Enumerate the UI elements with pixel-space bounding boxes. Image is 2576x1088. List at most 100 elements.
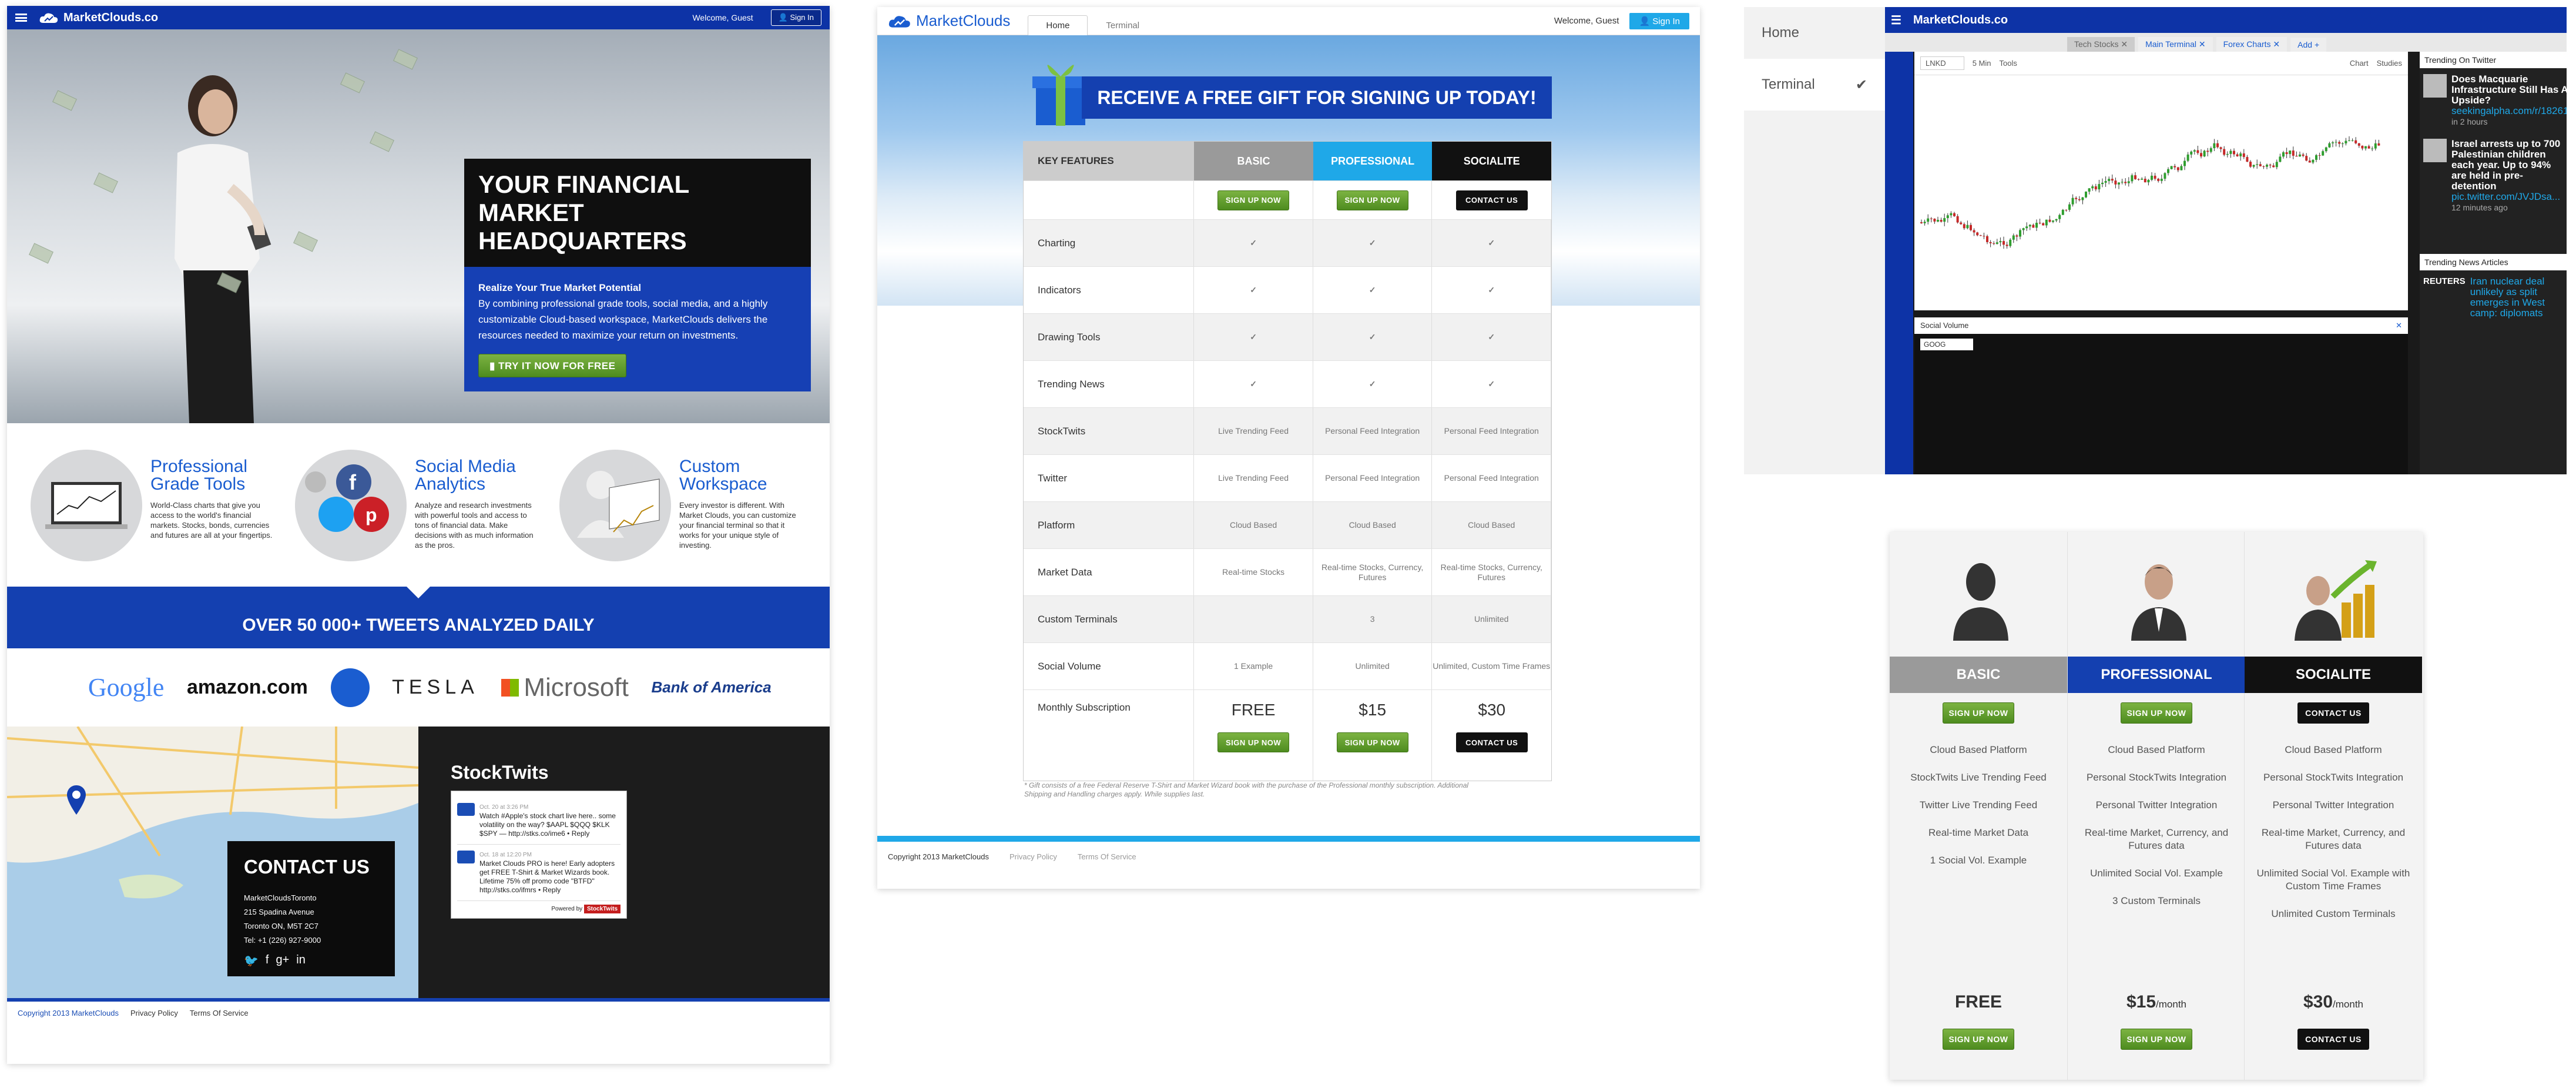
candle [1950, 213, 1953, 216]
chart-menu[interactable]: Chart [2350, 59, 2369, 68]
tweet-text: Watch #Apple's stock chart live here.. s… [479, 812, 616, 838]
facebook-icon[interactable]: f [266, 953, 269, 968]
candle [2151, 175, 2153, 180]
tweet-link[interactable]: seekingalpha.com/r/18261... [2451, 106, 2567, 116]
candle [2318, 155, 2321, 156]
signup-basic-button[interactable]: SIGN UP NOW [1943, 702, 2014, 724]
signup-basic-button[interactable]: SIGN UP NOW [1217, 732, 1290, 752]
logo[interactable]: MarketClouds [888, 12, 1010, 30]
contact-button[interactable]: CONTACT US [1455, 190, 1528, 210]
twitter-icon[interactable]: 🐦 [244, 953, 259, 968]
tool-strip[interactable] [1885, 52, 1913, 474]
studies-menu[interactable]: Studies [2377, 59, 2402, 68]
sign-in-button[interactable]: 👤 Sign In [770, 9, 821, 26]
candle [2127, 181, 2130, 183]
contact-button[interactable]: CONTACT US [2297, 702, 2369, 724]
tab-main-terminal[interactable]: Main Terminal ✕ [2138, 37, 2213, 52]
sidebar-item-home[interactable]: Home [1744, 7, 1885, 59]
list-item: Unlimited Custom Terminals [2271, 908, 2396, 919]
signup-basic-button[interactable]: SIGN UP NOW [1217, 190, 1289, 210]
plan-professional: PROFESSIONAL SIGN UP NOW Cloud Based Pla… [2067, 532, 2245, 1080]
sign-in-button[interactable]: 👤 Sign In [1629, 12, 1689, 29]
tweet-meta: in 2 hours [2451, 117, 2488, 126]
pricing-table: KEY FEATURES BASIC PROFESSIONAL SOCIALIT… [1023, 141, 1552, 781]
contact-button[interactable]: CONTACT US [2297, 1029, 2369, 1050]
try-free-button[interactable]: ▮ TRY IT NOW FOR FREE [478, 354, 627, 377]
signup-pro-button[interactable]: SIGN UP NOW [2121, 1029, 2192, 1050]
feature-body: Analyze and research investments with po… [415, 501, 534, 550]
candlestick-chart[interactable] [1914, 75, 2408, 310]
terminal-tabs: Tech Stocks ✕ Main Terminal ✕ Forex Char… [1885, 33, 2567, 52]
signup-basic-button[interactable]: SIGN UP NOW [1943, 1029, 2014, 1050]
terminal-logo[interactable]: MarketClouds.co [1913, 14, 2008, 27]
list-item[interactable]: Oct. 20 at 3:26 PM Watch #Apple's stock c… [457, 797, 620, 845]
map-pin-icon[interactable] [66, 785, 87, 815]
signup-pro-button[interactable]: SIGN UP NOW [1336, 190, 1408, 210]
feature-value: Real-time Stocks, Currency, Futures [1432, 549, 1552, 595]
tweets-band-text: OVER 50 000+ TWEETS ANALYZED DAILY [242, 615, 595, 635]
list-item: Real-time Market, Currency, and Futures … [2084, 827, 2229, 851]
candle [2088, 188, 2091, 192]
feature-label: StockTwits [1024, 408, 1195, 454]
list-item[interactable]: REUTERS Iran nuclear deal unlikely as spl… [2420, 270, 2567, 324]
candle [2167, 169, 2169, 173]
sign-in-label: Sign In [1652, 16, 1680, 26]
feature-value: Live Trending Feed [1194, 408, 1313, 454]
close-icon[interactable]: ✕ [2396, 321, 2402, 330]
feature-title: Custom Workspace [679, 457, 767, 494]
interval-select[interactable]: 5 Min [1973, 59, 1991, 68]
plan-basic: BASIC SIGN UP NOW Cloud Based Platform St… [1890, 532, 2067, 1080]
stocktwits-brand[interactable]: StockTwits [583, 905, 620, 913]
logo[interactable]: MarketClouds.co [39, 11, 158, 25]
contact-button[interactable]: CONTACT US [1455, 732, 1528, 752]
list-item[interactable]: Oct. 18 at 12:20 PM Market Clouds PRO is … [457, 845, 620, 901]
list-item[interactable]: Israel arrests up to 700 Palestinian chi… [2420, 133, 2567, 219]
menu-icon[interactable] [15, 14, 27, 22]
list-item[interactable]: Does Macquarie Infrastructure Still Has … [2420, 68, 2567, 133]
signup-pro-button[interactable]: SIGN UP NOW [1336, 732, 1408, 752]
feature-title: Social Media Analytics [415, 457, 516, 494]
candle [2005, 245, 2008, 246]
table-row: Social Volume 1 Example Unlimited Unlimited… [1024, 642, 1552, 689]
google-plus-icon[interactable]: g+ [276, 953, 289, 968]
menu-icon[interactable]: ☰ [1891, 13, 1901, 28]
terms-link[interactable]: Terms Of Service [1078, 852, 1136, 861]
price-socialite: $30 [1478, 701, 1506, 719]
candle [2299, 154, 2301, 157]
plan-features: Cloud Based Platform Personal StockTwits … [2245, 744, 2422, 935]
candle [2035, 222, 2038, 228]
linkedin-icon[interactable]: in [296, 953, 306, 968]
list-item: Personal StockTwits Integration [2263, 772, 2404, 783]
candle [2134, 175, 2136, 179]
table-row: Platform Cloud Based Cloud Based Cloud Base… [1024, 501, 1552, 548]
sidebar-item-terminal[interactable]: Terminal ✔ [1744, 59, 1885, 111]
list-item: Cloud Based Platform [2285, 744, 2382, 755]
tab-terminal[interactable]: Terminal [1088, 15, 1158, 35]
social-symbol-input[interactable]: GOOG [1920, 339, 1973, 350]
candle [2091, 186, 2094, 189]
signup-pro-button[interactable]: SIGN UP NOW [2121, 702, 2192, 724]
candle [2312, 159, 2315, 163]
hero-box: YOUR FINANCIAL MARKET HEADQUARTERS Reali… [464, 159, 811, 391]
tweet-link[interactable]: pic.twitter.com/JVJDsa... [2451, 192, 2563, 202]
feature-tools: Professional Grade Tools World-Class char… [31, 450, 277, 587]
tools-menu[interactable]: Tools [1999, 59, 2017, 68]
tab-forex-charts[interactable]: Forex Charts ✕ [2216, 37, 2287, 52]
candle [2344, 140, 2347, 143]
map[interactable]: CONTACT US MarketCloudsToronto 215 Spadi… [7, 727, 418, 998]
candle [2176, 167, 2179, 170]
list-item: Unlimited Social Vol. Example [2090, 868, 2223, 879]
symbol-input[interactable]: LNKD [1920, 56, 1964, 70]
price-period: /month [2333, 999, 2364, 1010]
privacy-link[interactable]: Privacy Policy [130, 1009, 178, 1017]
candle [1973, 230, 1975, 233]
gift-icon [1032, 65, 1089, 126]
candle [2351, 140, 2354, 141]
privacy-link[interactable]: Privacy Policy [1009, 852, 1057, 861]
tab-tech-stocks[interactable]: Tech Stocks ✕ [2067, 37, 2135, 52]
terms-link[interactable]: Terms Of Service [190, 1009, 249, 1017]
feature-label: Platform [1024, 502, 1195, 548]
news-link[interactable]: Iran nuclear deal unlikely as split emer… [2470, 276, 2563, 319]
tab-add[interactable]: Add + [2290, 38, 2327, 52]
tab-home[interactable]: Home [1028, 15, 1088, 35]
